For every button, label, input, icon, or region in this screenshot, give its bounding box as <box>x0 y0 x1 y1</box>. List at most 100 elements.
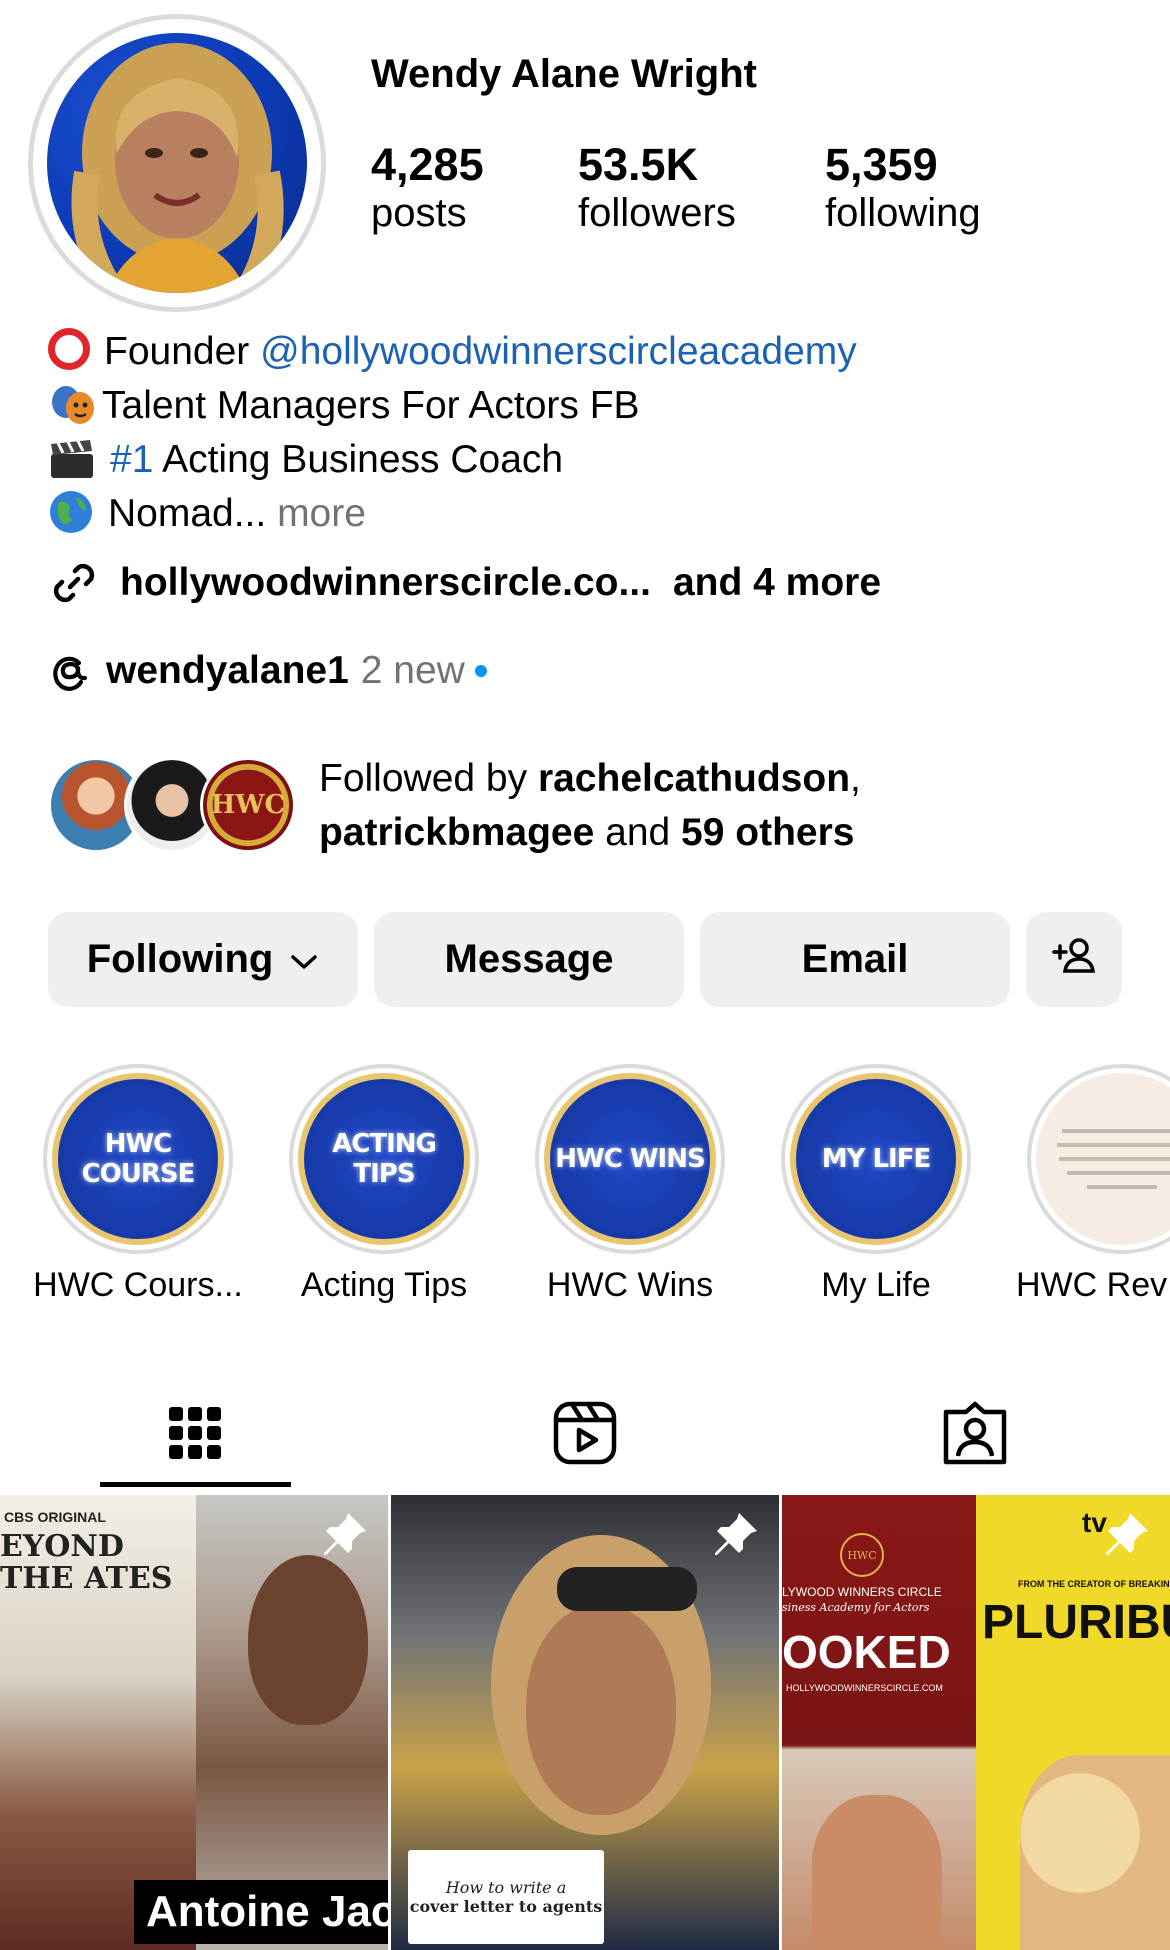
post-tile-2[interactable]: How to write a cover letter to agents <box>391 1495 779 1950</box>
post-creator-text: FROM THE CREATOR OF BREAKING <box>1018 1579 1170 1589</box>
highlight-cover: HWC WINS <box>544 1073 716 1245</box>
highlight-label: HWC Wins <box>546 1266 714 1304</box>
add-person-icon <box>1050 935 1098 985</box>
mutual-user-1[interactable]: rachelcathudson <box>538 757 850 800</box>
following-count[interactable]: 5,359 following <box>825 140 981 236</box>
post-sub-text: siness Academy for Actors <box>782 1601 930 1614</box>
pin-icon <box>709 1509 761 1566</box>
highlight-label: HWC Rev <box>1016 1266 1168 1304</box>
bio-nomad-text: Nomad... <box>108 492 267 535</box>
tab-reels[interactable] <box>390 1385 780 1485</box>
red-circle-icon <box>48 328 90 370</box>
tab-posts-grid[interactable] <box>0 1385 390 1485</box>
active-tab-indicator <box>100 1482 291 1487</box>
external-link-text[interactable]: hollywoodwinnerscircle.co... <box>120 561 651 605</box>
threads-new-count: 2 new <box>360 649 465 692</box>
mutual-avatar-3: HWC <box>200 757 296 853</box>
highlight-hwc-reviews[interactable] <box>1027 1064 1170 1254</box>
post-url-text: HOLLYWOODWINNERSCIRCLE.COM <box>786 1683 943 1693</box>
highlight-cover-text: MY LIFE <box>796 1079 956 1239</box>
mutual-followers-avatars[interactable]: HWC <box>48 757 298 853</box>
highlight-hwc-course[interactable]: HWC COURSE <box>43 1064 233 1254</box>
tagged-icon <box>942 1400 1008 1471</box>
bio-line-nomad: Nomad... more <box>48 487 366 541</box>
bio-more-button[interactable]: more <box>266 492 366 535</box>
theater-masks-icon <box>48 384 98 426</box>
post-caption-card: How to write a cover letter to agents <box>408 1850 604 1944</box>
following-value: 5,359 <box>825 139 938 190</box>
bio-line-founder: Founder @hollywoodwinnerscircleacademy <box>48 325 857 379</box>
profile-avatar[interactable] <box>28 14 326 312</box>
followed-by-and: and <box>594 811 682 854</box>
pin-icon <box>318 1509 370 1566</box>
highlight-acting-tips[interactable]: ACTING TIPS <box>289 1064 479 1254</box>
hwc-logo: HWC <box>840 1533 884 1577</box>
posts-label: posts <box>371 191 467 235</box>
post-tile-3[interactable]: HWC LYWOOD WINNERS CIRCLE siness Academy… <box>782 1495 1170 1950</box>
threads-icon <box>48 648 90 694</box>
highlight-label: My Life <box>821 1266 931 1304</box>
post-title-text: EYOND THE ATES <box>0 1529 173 1596</box>
reels-icon <box>552 1400 618 1471</box>
post-brand-text: LYWOOD WINNERS CIRCLE <box>782 1585 942 1599</box>
bio-line-managers: Talent Managers For Actors FB <box>48 379 640 433</box>
grid-icon <box>167 1405 223 1466</box>
post-sunglasses <box>557 1567 697 1611</box>
email-button[interactable]: Email <box>700 912 1010 1007</box>
bio-line-coach: #1 Acting Business Coach <box>48 433 563 487</box>
post-face <box>812 1795 942 1950</box>
post-tile-1[interactable]: CBS ORIGINAL EYOND THE ATES Antoine Jac <box>0 1495 388 1950</box>
tab-tagged[interactable] <box>780 1385 1170 1485</box>
post-caption: Antoine Jac <box>134 1880 388 1944</box>
followers-count[interactable]: 53.5K followers <box>578 140 736 236</box>
pin-icon <box>1100 1509 1152 1566</box>
followers-value: 53.5K <box>578 139 699 190</box>
chevron-down-icon <box>289 937 319 982</box>
threads-new-dot <box>474 665 487 677</box>
highlight-label: Acting Tips <box>300 1266 468 1304</box>
highlight-cover: MY LIFE <box>790 1073 962 1245</box>
bio-founder-text: Founder <box>104 330 261 373</box>
posts-count: 4,285 posts <box>371 140 484 236</box>
clapperboard-icon <box>48 438 96 480</box>
more-links-button[interactable]: and 4 more <box>673 561 881 605</box>
hashtag-link[interactable]: #1 <box>110 438 153 481</box>
link-icon <box>48 557 100 609</box>
followed-by-text[interactable]: Followed by rachelcathudson, patrickbmag… <box>319 752 861 860</box>
message-button[interactable]: Message <box>374 912 684 1007</box>
posts-value: 4,285 <box>371 139 484 190</box>
following-label: following <box>825 191 981 235</box>
academy-mention-link[interactable]: @hollywoodwinnerscircleacademy <box>260 330 857 373</box>
highlight-my-life[interactable]: MY LIFE <box>781 1064 971 1254</box>
post-face <box>248 1555 368 1725</box>
mutual-others-count[interactable]: 59 others <box>681 811 854 854</box>
post-hair <box>1020 1755 1170 1950</box>
external-link-row[interactable]: hollywoodwinnerscircle.co... and 4 more <box>48 557 881 609</box>
globe-icon <box>48 489 94 535</box>
post-face <box>526 1605 676 1815</box>
following-button[interactable]: Following <box>48 912 358 1007</box>
post-caption-line2: cover letter to agents <box>409 1897 603 1916</box>
highlight-cover: HWC COURSE <box>52 1073 224 1245</box>
followers-label: followers <box>578 191 736 235</box>
post-show-title: PLURIBU <box>982 1596 1170 1649</box>
highlight-cover-text: HWC WINS <box>550 1079 710 1239</box>
post-caption-line1: How to write a <box>445 1878 567 1897</box>
post-overlay-text: CBS ORIGINAL <box>4 1509 106 1525</box>
suggested-users-button[interactable] <box>1026 912 1122 1007</box>
threads-badge[interactable]: wendyalane1 2 new <box>48 648 487 694</box>
highlight-hwc-wins[interactable]: HWC WINS <box>535 1064 725 1254</box>
highlight-cover-text: HWC COURSE <box>58 1079 218 1239</box>
highlight-cover <box>1036 1073 1170 1245</box>
followed-by-prefix: Followed by <box>319 757 538 800</box>
followed-by-comma: , <box>850 757 861 800</box>
avatar <box>47 33 307 293</box>
bio-managers-text: Talent Managers For Actors FB <box>102 384 640 427</box>
highlight-cover: ACTING TIPS <box>298 1073 470 1245</box>
threads-handle[interactable]: wendyalane1 <box>106 649 349 693</box>
message-button-label: Message <box>444 937 614 981</box>
highlight-label: HWC Cours... <box>33 1266 243 1304</box>
mutual-user-2[interactable]: patrickbmagee <box>319 811 594 854</box>
highlight-cover-text: ACTING TIPS <box>304 1079 464 1239</box>
email-button-label: Email <box>801 937 909 981</box>
